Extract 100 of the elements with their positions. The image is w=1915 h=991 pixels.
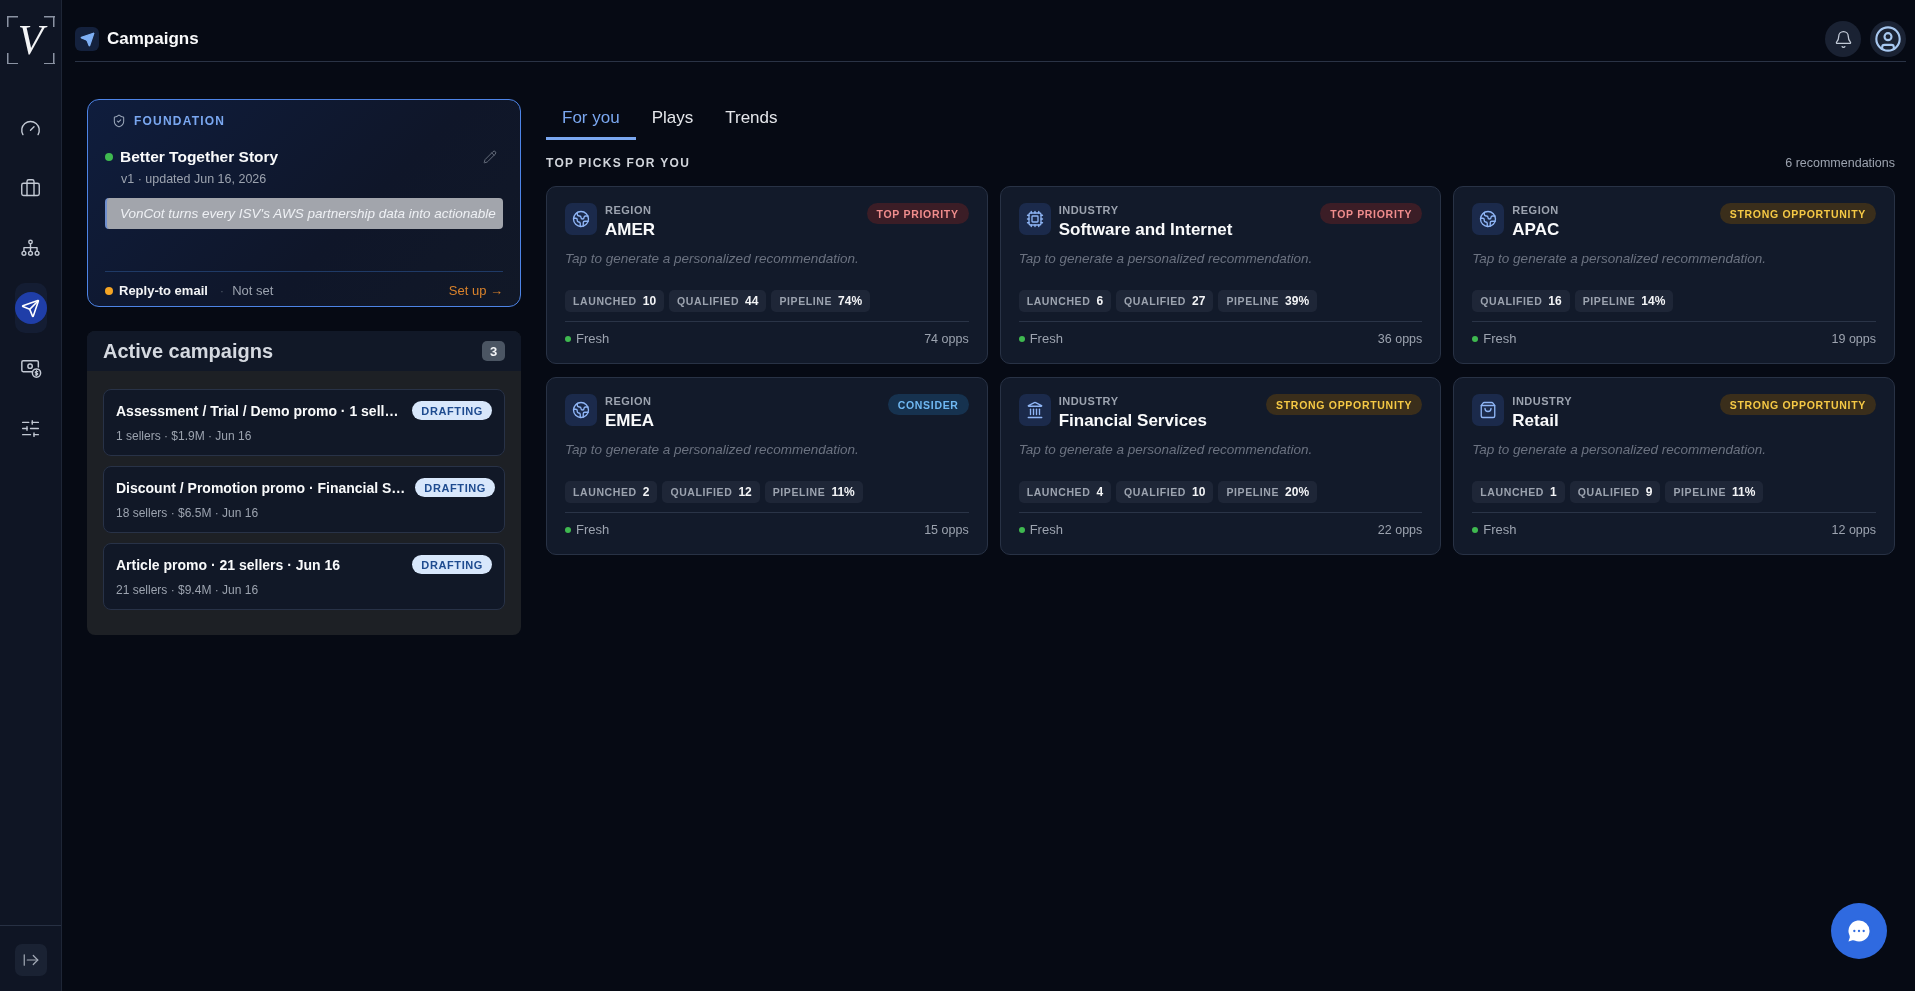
card-title: AMER (605, 220, 656, 240)
banknote-coin-icon (19, 357, 42, 379)
priority-badge: STRONG OPPORTUNITY (1719, 203, 1876, 224)
recommendation-card[interactable]: INDUSTRY Retail STRONG OPPORTUNITY Tap to generate a personalized recommendation. LAUNCHED 1 QUALIFIED 9 PIPELINE 11% Fresh 12 opps (1453, 377, 1895, 555)
card-category: INDUSTRY (1512, 394, 1573, 408)
campaign-card[interactable]: Assessment / Trial / Demo promo · 1 sell… DRAFTING 1 sellers · $1.9M · Jun 16 (103, 389, 505, 456)
globe-icon (565, 394, 597, 426)
campaign-meta: 1 sellers · $1.9M · Jun 16 (116, 428, 253, 444)
stat-value: 16 (1548, 294, 1562, 308)
tab[interactable]: Trends (709, 99, 794, 140)
status-badge: DRAFTING (412, 555, 492, 574)
recommendation-card[interactable]: INDUSTRY Software and Internet TOP PRIORITY Tap to generate a personalized recommendation. LAUNCHED 6 QUALIFIED 27 PIPELINE 39% Fresh 36 opps (999, 186, 1442, 364)
recommendation-card[interactable]: INDUSTRY Financial Services STRONG OPPORTUNITY Tap to generate a personalized recommendation. LAUNCHED 4 QUALIFIED 10 PIPELINE 20% Fresh 22 opps (999, 377, 1442, 555)
priority-badge: STRONG OPPORTUNITY (1719, 394, 1876, 415)
stat-label: PIPELINE (1226, 486, 1280, 498)
stat-label: LAUNCHED (1480, 486, 1545, 498)
opps-count: 19 opps (1831, 331, 1876, 347)
sliders-icon (20, 417, 41, 439)
recommendation-card[interactable]: REGION APAC STRONG OPPORTUNITY Tap to generate a personalized recommendation. QUALIFIED 16 PIPELINE 14% Fresh 19 opps (1453, 186, 1895, 364)
user-circle-icon (1874, 25, 1902, 53)
campaign-title: Article promo · 21 sellers · Jun 16 (116, 555, 341, 574)
tab[interactable]: Plays (635, 99, 710, 140)
card-hint: Tap to generate a personalized recommendation. (1472, 441, 1768, 459)
story-meta: v1 · updated Jun 16, 2026 (120, 171, 268, 187)
logo: V (6, 16, 55, 64)
separator-dot: · (219, 282, 225, 300)
panel-title: Active campaigns (103, 339, 274, 363)
campaign-title: Discount / Promotion promo · Financial S… (116, 478, 406, 497)
story-excerpt: VonCot turns every ISV's AWS partnership data into actionable (105, 198, 503, 229)
freshness-label: Fresh (576, 331, 610, 347)
recommendation-card[interactable]: REGION EMEA CONSIDER Tap to generate a personalized recommendation. LAUNCHED 2 QUALIFIED 12 PIPELINE 11% Fresh 15 opps (546, 377, 988, 555)
card-hint: Tap to generate a personalized recommendation. (1018, 441, 1314, 459)
freshness-label: Fresh (1029, 522, 1063, 538)
card-category: INDUSTRY (1058, 203, 1120, 217)
bank-building-icon (1018, 394, 1051, 426)
stat-label: QUALIFIED (1124, 295, 1187, 307)
collapse-sidebar-button[interactable] (14, 944, 47, 976)
stat-value: 11% (1732, 485, 1756, 499)
globe-icon (1472, 203, 1505, 235)
campaign-card[interactable]: Article promo · 21 sellers · Jun 16 DRAFTING 21 sellers · $9.4M · Jun 16 (103, 543, 505, 610)
chip-icon (1018, 203, 1051, 235)
priority-badge: TOP PRIORITY (866, 203, 969, 224)
freshness-label: Fresh (1029, 331, 1063, 347)
stat-label: LAUNCHED (1026, 486, 1091, 498)
campaign-card[interactable]: Discount / Promotion promo · Financial S… DRAFTING 18 sellers · $6.5M · Jun 16 (103, 466, 505, 533)
priority-badge: STRONG OPPORTUNITY (1266, 394, 1423, 415)
chat-bubble-icon (1845, 917, 1873, 945)
stat-value: 44 (745, 294, 759, 308)
hierarchy-icon (20, 237, 41, 259)
edit-button[interactable] (483, 150, 497, 164)
opps-count: 15 opps (924, 522, 969, 538)
card-title: EMEA (605, 411, 655, 431)
reply-to-label: Reply-to email (119, 282, 208, 300)
stat-value: 9 (1645, 485, 1653, 499)
stat-label: PIPELINE (779, 295, 833, 307)
chat-button[interactable] (1831, 903, 1887, 959)
pencil-icon (483, 150, 497, 164)
globe-icon (565, 203, 597, 235)
stat-value: 10 (642, 294, 657, 308)
reply-to-value: Not set (232, 282, 274, 300)
card-title: Retail (1512, 411, 1560, 431)
count-badge: 3 (482, 341, 505, 361)
card-hint: Tap to generate a personalized recommendation. (1472, 250, 1768, 268)
card-hint: Tap to generate a personalized recommendation. (565, 441, 860, 459)
stat-label: LAUNCHED (573, 486, 637, 498)
campaign-meta: 21 sellers · $9.4M · Jun 16 (116, 582, 260, 598)
recommendation-card[interactable]: REGION AMER TOP PRIORITY Tap to generate a personalized recommendation. LAUNCHED 10 QUALIFIED 44 PIPELINE 74% Fresh 74 opps (546, 186, 988, 364)
card-hint: Tap to generate a personalized recommendation. (1018, 250, 1314, 268)
stat-value: 14% (1641, 294, 1666, 308)
priority-badge: TOP PRIORITY (1320, 203, 1423, 224)
stat-label: QUALIFIED (670, 486, 733, 498)
profile-button[interactable] (1870, 21, 1906, 57)
card-title: Software and Internet (1058, 220, 1233, 240)
stat-value: 10 (1192, 485, 1206, 499)
stat-label: QUALIFIED (1480, 295, 1543, 307)
paper-plane-icon (75, 27, 99, 51)
tab[interactable]: For you (546, 99, 636, 140)
stat-label: QUALIFIED (1577, 486, 1640, 498)
opps-count: 74 opps (924, 331, 969, 347)
stat-label: PIPELINE (1582, 295, 1636, 307)
setup-link[interactable]: Set up → (448, 282, 503, 300)
status-badge: DRAFTING (415, 478, 495, 497)
campaigns-nav-button[interactable] (14, 283, 47, 333)
campaign-title: Assessment / Trial / Demo promo · 1 sell… (116, 401, 399, 420)
stat-label: QUALIFIED (677, 295, 740, 307)
stat-value: 2 (642, 485, 650, 499)
stat-label: PIPELINE (1673, 486, 1727, 498)
freshness-label: Fresh (576, 522, 610, 538)
campaign-meta: 18 sellers · $6.5M · Jun 16 (116, 505, 260, 521)
stat-value: 20% (1285, 485, 1310, 499)
section-label: FOUNDATION (134, 114, 226, 128)
stat-label: LAUNCHED (573, 295, 637, 307)
page-title: Campaigns (107, 29, 199, 49)
priority-badge: CONSIDER (887, 394, 969, 415)
opps-count: 22 opps (1377, 522, 1423, 538)
stat-value: 12 (738, 485, 752, 499)
notifications-button[interactable] (1825, 21, 1861, 57)
briefcase-icon (20, 177, 41, 199)
card-category: REGION (605, 394, 653, 408)
stat-value: 4 (1096, 485, 1104, 499)
